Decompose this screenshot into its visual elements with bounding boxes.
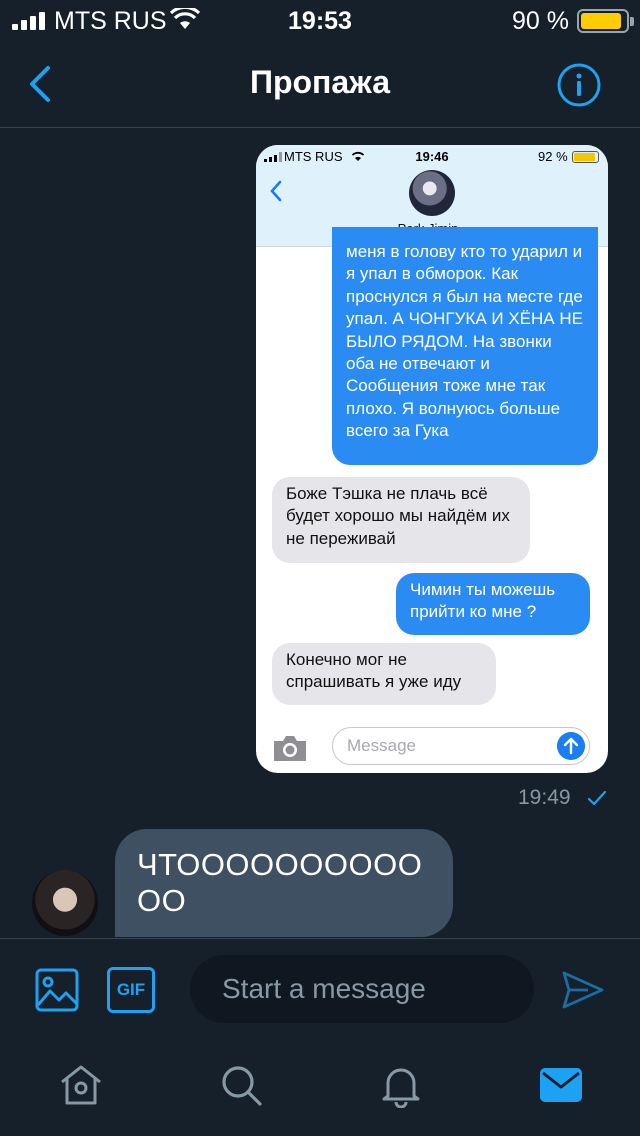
- screenshot-message-field: Message: [332, 727, 590, 765]
- battery-icon: [577, 9, 634, 33]
- bell-icon[interactable]: [378, 1062, 424, 1108]
- battery-percent: 90 %: [512, 7, 569, 35]
- screenshot-message: Конечно мог не спрашивать я уже иду: [272, 643, 496, 705]
- arrow-up-icon: [557, 732, 585, 760]
- screenshot-message-list: меня в голову кто то ударил и я упал в о…: [256, 227, 608, 707]
- image-icon[interactable]: [34, 967, 80, 1013]
- tab-bar: [0, 1040, 640, 1136]
- screenshot-battery-icon: [572, 151, 599, 163]
- gif-button[interactable]: GIF: [107, 967, 155, 1013]
- home-icon[interactable]: [58, 1062, 104, 1108]
- message-timestamp: 19:49: [518, 786, 571, 809]
- screenshot-message: меня в голову кто то ударил и я упал в о…: [332, 227, 598, 465]
- screenshot-input-bar: Message: [256, 715, 608, 773]
- incoming-message: ЧТОООООООООООО: [115, 829, 453, 937]
- screenshot-message-placeholder: Message: [347, 736, 416, 755]
- screenshot-message: Боже Тэшка не плачь всё будет хорошо мы …: [272, 477, 530, 563]
- shared-screenshot[interactable]: MTS RUS 19:46 92 % Park Jimin › меня в г…: [256, 145, 608, 773]
- camera-icon: [274, 736, 306, 761]
- search-icon[interactable]: [218, 1062, 264, 1108]
- battery-level: [581, 13, 621, 29]
- screenshot-status-bar: MTS RUS 19:46 92 %: [256, 145, 608, 167]
- checkmark-icon: [587, 790, 607, 806]
- conversation-header: Пропажа: [0, 40, 640, 128]
- info-icon[interactable]: [556, 62, 602, 108]
- screenshot-contact-avatar: [409, 170, 455, 216]
- send-icon[interactable]: [560, 967, 606, 1013]
- conversation-title: Пропажа: [249, 64, 391, 100]
- screenshot-back-icon: [270, 180, 282, 202]
- status-bar: MTS RUS 19:53 90 %: [0, 0, 640, 40]
- sender-avatar[interactable]: [32, 870, 98, 936]
- screenshot-battery-percent: 92 %: [538, 149, 568, 164]
- message-input[interactable]: Start a message: [190, 955, 534, 1023]
- battery-cap: [630, 17, 634, 26]
- screenshot-battery-level: [574, 153, 596, 161]
- message-composer: GIF Start a message: [0, 938, 640, 1038]
- mail-icon[interactable]: [538, 1062, 584, 1108]
- screenshot-message: Чимин ты можешь прийти ко мне ?: [396, 573, 590, 635]
